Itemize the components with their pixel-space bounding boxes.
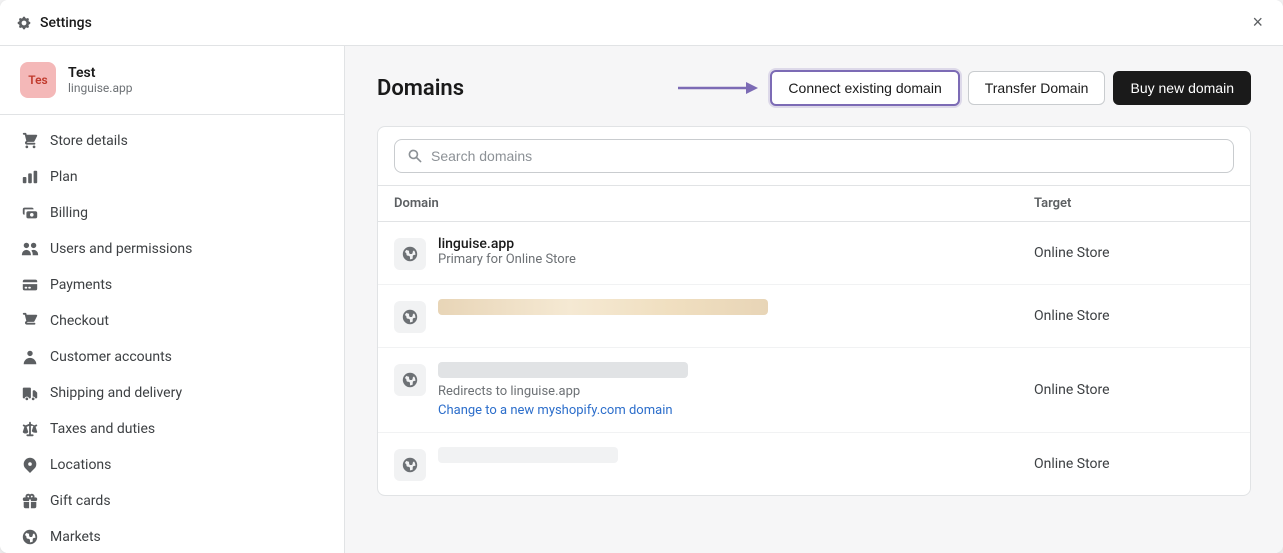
globe-icon-4 (394, 449, 426, 481)
globe-icon-1 (394, 238, 426, 270)
globe-icon-3 (394, 364, 426, 396)
transfer-domain-button[interactable]: Transfer Domain (968, 71, 1106, 105)
sidebar-item-label-markets: Markets (50, 529, 101, 545)
billing-icon (20, 203, 40, 223)
checkout-icon (20, 311, 40, 331)
table-row: linguise.app Primary for Online Store On… (378, 222, 1250, 285)
domains-card: Domain Target linguise.app Primary for O… (377, 126, 1251, 496)
main-content: Tes Test linguise.app Store details (0, 46, 1283, 553)
domain-info-2 (438, 299, 768, 321)
change-domain-link[interactable]: Change to a new myshopify.com domain (438, 403, 673, 418)
domain-target-4: Online Store (1034, 456, 1234, 472)
sidebar-item-customer-accounts[interactable]: Customer accounts (0, 339, 344, 375)
search-icon (407, 148, 423, 164)
sidebar-item-markets[interactable]: Markets (0, 519, 344, 553)
sidebar-item-store-details[interactable]: Store details (0, 123, 344, 159)
domain-left (394, 447, 1034, 481)
search-input-wrapper (394, 139, 1234, 173)
sidebar-profile: Tes Test linguise.app (0, 46, 344, 115)
domain-left: linguise.app Primary for Online Store (394, 236, 1034, 270)
connect-existing-domain-button[interactable]: Connect existing domain (770, 70, 959, 106)
sidebar-item-label-plan: Plan (50, 169, 78, 185)
store-icon (20, 131, 40, 151)
sidebar-item-label-shipping: Shipping and delivery (50, 385, 182, 401)
table-header: Domain Target (378, 186, 1250, 222)
users-icon (20, 239, 40, 259)
payments-icon (20, 275, 40, 295)
domain-left (394, 299, 1034, 333)
domain-target-3: Online Store (1034, 382, 1234, 398)
arrow-svg (678, 76, 758, 100)
column-header-target: Target (1034, 196, 1234, 211)
settings-window: Settings × Tes Test linguise.app Store d… (0, 0, 1283, 553)
profile-info: Test linguise.app (68, 65, 132, 95)
header-actions: Connect existing domain Transfer Domain … (770, 70, 1251, 106)
column-header-domain: Domain (394, 196, 1034, 211)
sidebar-item-plan[interactable]: Plan (0, 159, 344, 195)
table-row: Online Store (378, 433, 1250, 495)
location-icon (20, 455, 40, 475)
avatar: Tes (20, 62, 56, 98)
sidebar-item-label-checkout: Checkout (50, 313, 109, 329)
shipping-icon (20, 383, 40, 403)
sidebar-item-billing[interactable]: Billing (0, 195, 344, 231)
domain-target-1: Online Store (1034, 245, 1234, 261)
domain-info-1: linguise.app Primary for Online Store (438, 236, 576, 267)
customer-icon (20, 347, 40, 367)
arrow-annotation (678, 76, 758, 100)
sidebar-item-gift-cards[interactable]: Gift cards (0, 483, 344, 519)
sidebar-item-label-customer-accounts: Customer accounts (50, 349, 172, 365)
domain-target-2: Online Store (1034, 308, 1234, 324)
sidebar-item-label-taxes: Taxes and duties (50, 421, 155, 437)
sidebar-item-payments[interactable]: Payments (0, 267, 344, 303)
store-name: Test (68, 65, 132, 81)
sidebar-item-checkout[interactable]: Checkout (0, 303, 344, 339)
page-title: Domains (377, 76, 666, 101)
table-row: Redirects to linguise.app Change to a ne… (378, 348, 1250, 433)
gear-icon (16, 15, 32, 31)
blurred-domain-4 (438, 447, 618, 463)
blurred-domain-3 (438, 362, 688, 378)
markets-icon (20, 527, 40, 547)
close-button[interactable]: × (1248, 10, 1267, 35)
globe-icon-2 (394, 301, 426, 333)
content-area: Domains Connect existing domain Transfer… (345, 46, 1283, 553)
sidebar-item-label-locations: Locations (50, 457, 111, 473)
sidebar-item-label-payments: Payments (50, 277, 112, 293)
sidebar-item-label-store-details: Store details (50, 133, 128, 149)
sidebar-item-shipping-delivery[interactable]: Shipping and delivery (0, 375, 344, 411)
search-input[interactable] (431, 148, 1221, 164)
taxes-icon (20, 419, 40, 439)
sidebar-item-label-users: Users and permissions (50, 241, 192, 257)
table-row: Online Store (378, 285, 1250, 348)
blurred-domain-2 (438, 299, 768, 315)
domain-name-1: linguise.app (438, 236, 576, 252)
domain-info-3: Redirects to linguise.app Change to a ne… (438, 362, 688, 418)
store-url: linguise.app (68, 81, 132, 95)
sidebar-item-taxes-duties[interactable]: Taxes and duties (0, 411, 344, 447)
sidebar-item-locations[interactable]: Locations (0, 447, 344, 483)
content-header: Domains Connect existing domain Transfer… (377, 70, 1251, 106)
sidebar-item-users-permissions[interactable]: Users and permissions (0, 231, 344, 267)
buy-new-domain-button[interactable]: Buy new domain (1113, 71, 1251, 105)
sidebar-nav: Store details Plan Billing (0, 115, 344, 553)
domain-subtext-1: Primary for Online Store (438, 252, 576, 267)
domain-info-4 (438, 447, 618, 467)
gift-icon (20, 491, 40, 511)
domain-redirect-3: Redirects to linguise.app (438, 384, 688, 399)
domain-left: Redirects to linguise.app Change to a ne… (394, 362, 1034, 418)
window-title: Settings (40, 15, 1248, 31)
search-bar (378, 127, 1250, 186)
sidebar-item-label-billing: Billing (50, 205, 88, 221)
plan-icon (20, 167, 40, 187)
sidebar-item-label-gift-cards: Gift cards (50, 493, 111, 509)
title-bar: Settings × (0, 0, 1283, 46)
sidebar: Tes Test linguise.app Store details (0, 46, 345, 553)
